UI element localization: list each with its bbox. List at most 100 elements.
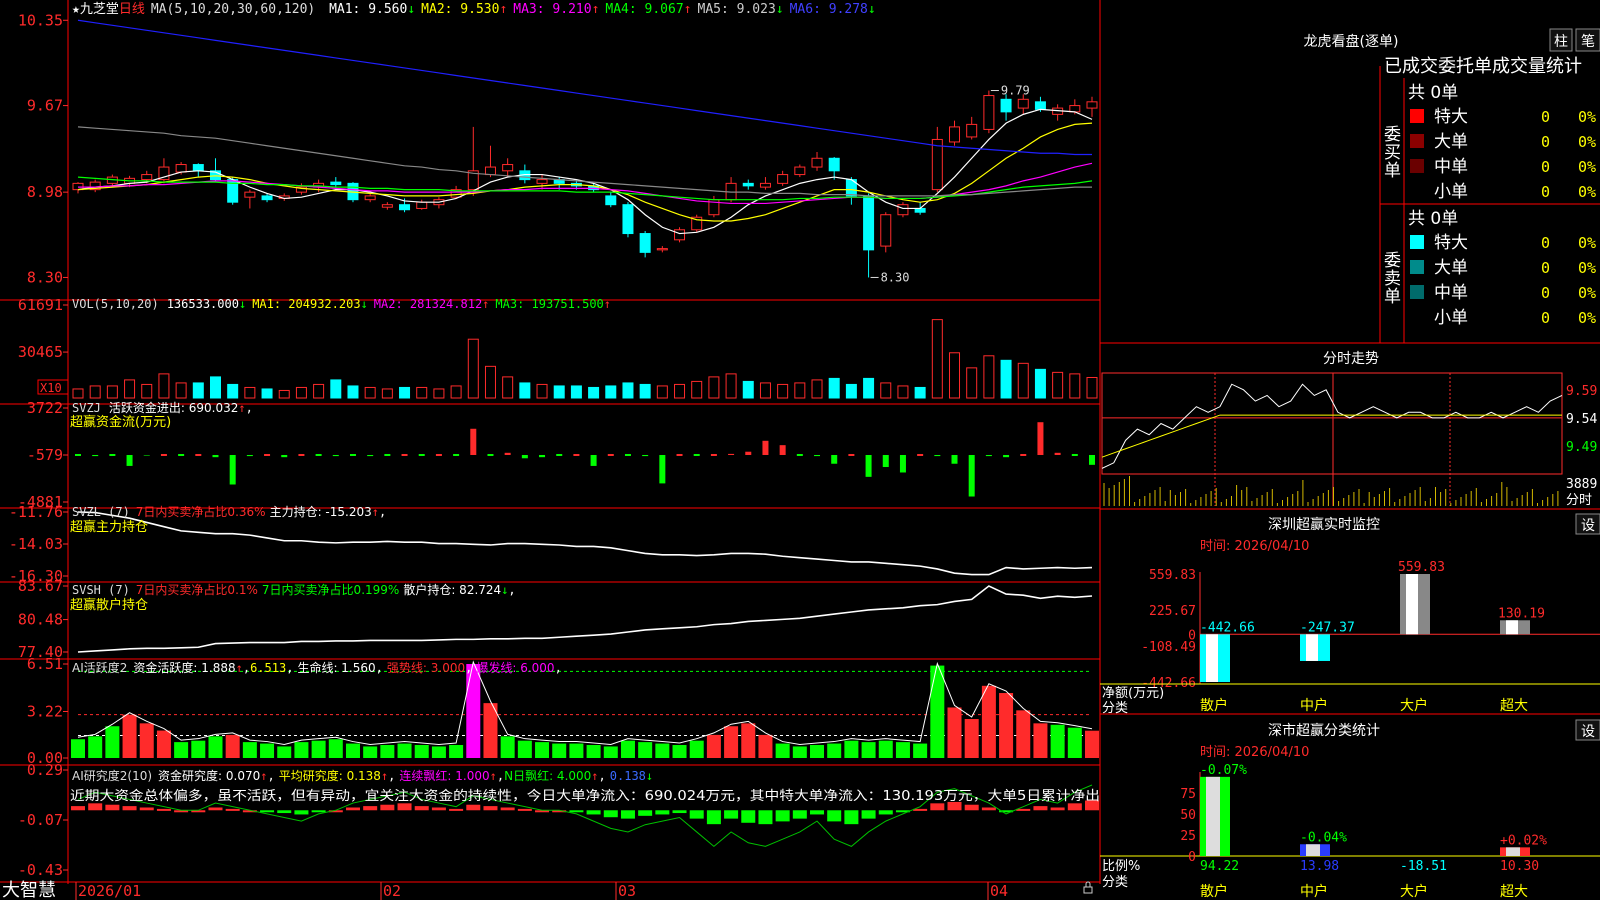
monitor-y-tick: -108.49 xyxy=(1141,640,1196,655)
volume-bar xyxy=(330,379,342,399)
svzj-bar xyxy=(985,454,992,457)
legend-swatch xyxy=(1410,285,1424,299)
intraday-frame xyxy=(1101,372,1563,475)
svzj-bar xyxy=(607,453,614,456)
monitor-bar-highlight xyxy=(1306,634,1318,661)
candle xyxy=(175,164,187,173)
ai-activity-bar xyxy=(947,707,962,758)
ai-research-bar xyxy=(1033,806,1048,811)
volume-bar xyxy=(880,382,892,399)
volume-bar xyxy=(742,380,754,399)
classify-ylabel: 比例% xyxy=(1102,859,1140,874)
ai-activity-bar xyxy=(964,719,979,758)
volume-bar xyxy=(828,377,840,399)
ai-research-bar xyxy=(277,810,292,814)
candle xyxy=(897,204,909,216)
svzj-bar xyxy=(642,454,649,457)
svg-text:笔: 笔 xyxy=(1581,34,1595,50)
brand-logo: 大智慧 xyxy=(2,880,56,900)
svsh-header: SVSH (7) 7日内买卖净占比0.1% 7日内买卖净占比0.199% 散户持仓: … xyxy=(72,582,516,597)
classify-value-label: 94.22 xyxy=(1200,859,1239,874)
classify-bar-highlight xyxy=(1306,844,1320,856)
ai-activity-bar xyxy=(397,743,412,758)
svzj-bar xyxy=(521,454,528,459)
classify-value-label: 10.30 xyxy=(1500,859,1539,874)
candle xyxy=(759,182,771,188)
ma-arrow: ↓ xyxy=(776,2,784,17)
intraday-price-tick: 9.59 xyxy=(1566,384,1597,399)
tick-mode-button[interactable]: 笔 xyxy=(1575,28,1600,52)
svzj-bar xyxy=(109,453,116,456)
ai-research-pane[interactable]: 0.29 -0.07 -0.43 AI研究度2(10) 资金研究度: 0.070↑, 平… xyxy=(18,761,1100,879)
order-count: 共 0单 xyxy=(1408,83,1458,103)
monitor-bar-highlight xyxy=(1506,620,1518,635)
ai-comment: 近期大资金总体偏多，虽不活跃，但有异动，宜关注大资金的持续性，今日大单净流入：6… xyxy=(70,788,1100,804)
ai-research-bar xyxy=(294,810,309,815)
monitor-settings-button[interactable]: 设 xyxy=(1575,513,1600,535)
ma-arrow: ↑ xyxy=(592,2,600,17)
ai-activity-bar xyxy=(569,743,584,758)
classify-chart[interactable]: 75 50 25 0 比例%分类 -0.07% 94.22 散户 -0.04% 13.98 中户 -1… xyxy=(1100,763,1600,900)
ai-research-bar xyxy=(208,807,223,811)
candle xyxy=(622,204,634,235)
classify-top-label: +0.02% xyxy=(1500,833,1547,848)
legend-swatch xyxy=(1410,235,1424,249)
ai-activity-bar xyxy=(603,746,618,758)
volume-bar xyxy=(227,383,239,399)
svsh-pane[interactable]: 83.6780.4877.40 SVSH (7) 7日内买卖净占比0.1% 7日内买… xyxy=(18,577,1093,661)
ai-research-bar xyxy=(156,808,171,811)
bar-mode-button[interactable]: 柱 xyxy=(1549,28,1573,52)
volume-bar xyxy=(897,385,909,399)
monitor-chart[interactable]: 559.83225.670-108.49-442.66净额(万元)分类-442.… xyxy=(1100,560,1600,716)
y-tick-label: 8.98 xyxy=(27,183,63,201)
volume-unit: X10 xyxy=(40,381,62,395)
classify-y-tick: 75 xyxy=(1180,787,1196,802)
ai-research-bar xyxy=(311,810,326,813)
svzj-bar xyxy=(1003,454,1010,458)
order-row-name: 特大 xyxy=(1434,107,1468,127)
volume-pane[interactable]: 61691 30465 VOL(5,10,20) 136533.000↓ MA1: 2… xyxy=(18,296,1098,399)
svzj-bar xyxy=(1089,454,1095,465)
order-row-pct: 0% xyxy=(1578,133,1596,151)
order-row-pct: 0% xyxy=(1578,234,1596,252)
svzj-bar xyxy=(814,454,821,457)
svzl-pane[interactable]: -11.76-14.03-16.30 SVZL (7) 7日内买卖净占比0.36%… xyxy=(9,503,1093,585)
ai-research-bar xyxy=(88,803,103,811)
svzj-bar xyxy=(796,453,803,456)
order-row-value: 0 xyxy=(1541,108,1550,126)
ai-activity-pane[interactable]: 6.513.220.00 AI活跃度2 资金活跃度: 1.888↑,6.513, 生… xyxy=(27,655,1099,767)
ai-activity-bar xyxy=(878,740,893,758)
volume-bar xyxy=(244,386,256,399)
classify-time: 时间: 2026/04/10 xyxy=(1200,745,1309,760)
ai-activity-bar xyxy=(88,736,103,758)
indicator-line xyxy=(77,511,1093,576)
ai-research-bar xyxy=(483,806,498,811)
ai-activity-bar xyxy=(294,742,309,758)
order-row-name: 中单 xyxy=(1434,157,1468,177)
candle xyxy=(605,195,617,206)
classify-settings-button[interactable]: 设 xyxy=(1575,719,1600,741)
intraday-chart[interactable]: 9.59 9.54 9.49 3889分时 xyxy=(1101,372,1597,508)
ma-spec: MA(5,10,20,30,60,120) xyxy=(151,2,315,17)
ai-activity-bar xyxy=(758,734,773,758)
ma-arrow: ↑ xyxy=(684,2,692,17)
monitor-value-label: 130.19 xyxy=(1498,606,1545,621)
ai-research-bar xyxy=(775,810,790,822)
ma-arrow: ↓ xyxy=(407,2,415,17)
svzj-bar xyxy=(831,454,838,464)
classify-y-tick: 50 xyxy=(1180,808,1196,823)
svzj-pane[interactable]: 3722-579-4881 SVZJ 活跃资金进出: 690.032↑, 超赢资金… xyxy=(18,399,1095,511)
kline-pane[interactable]: 10.35 9.67 8.98 8.30 ★九芝堂日线 MA(5,10,20,30,60… xyxy=(18,1,1098,286)
ai-activity-bar xyxy=(620,740,635,758)
svzj-bar xyxy=(865,454,872,477)
ma-label: MA6: 9.278 xyxy=(790,2,868,17)
svzj-bar xyxy=(1020,453,1027,456)
order-row-pct: 0% xyxy=(1578,158,1596,176)
candle xyxy=(244,191,256,198)
monitor-y-tick: 225.67 xyxy=(1149,604,1196,619)
legend-swatch xyxy=(1410,109,1424,123)
ai-research-bar xyxy=(638,810,653,816)
ai-activity-bar xyxy=(466,664,481,758)
ai-research-bar xyxy=(603,810,618,818)
candle xyxy=(261,195,273,201)
